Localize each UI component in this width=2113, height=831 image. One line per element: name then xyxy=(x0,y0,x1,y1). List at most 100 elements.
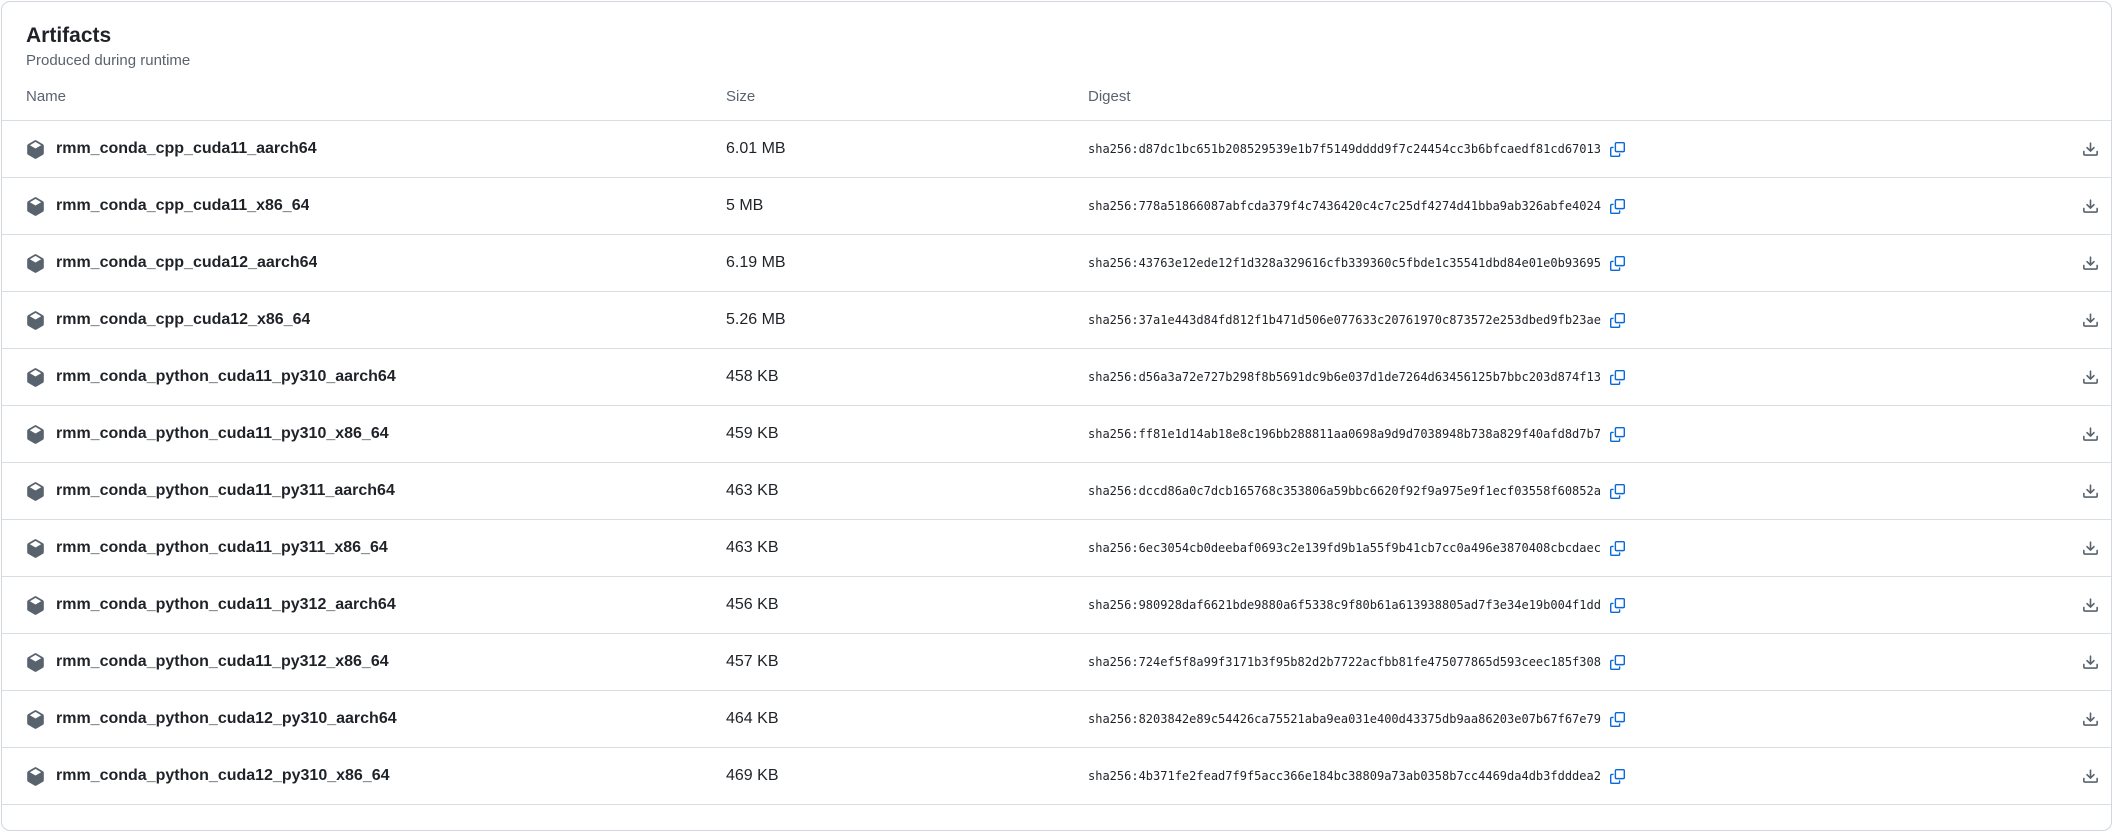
download-icon xyxy=(2082,255,2099,272)
download-artifact-button[interactable] xyxy=(2082,711,2099,728)
artifact-size: 5.26 MB xyxy=(726,311,1088,329)
artifact-digest: sha256:ff81e1d14ab18e8c196bb288811aa0698… xyxy=(1088,427,1601,441)
download-artifact-button[interactable] xyxy=(2082,255,2099,272)
table-row: rmm_conda_cpp_cuda11_aarch64 6.01 MB sha… xyxy=(2,121,2111,178)
download-icon xyxy=(2082,141,2099,158)
copy-digest-button[interactable] xyxy=(1610,313,1625,328)
download-artifact-button[interactable] xyxy=(2082,426,2099,443)
artifact-digest-cell: sha256:4b371fe2fead7f9f5acc366e184bc3880… xyxy=(1088,769,2059,784)
download-artifact-button[interactable] xyxy=(2082,312,2099,329)
artifact-digest: sha256:37a1e443d84fd812f1b471d506e077633… xyxy=(1088,313,1601,327)
artifact-digest: sha256:d56a3a72e727b298f8b5691dc9b6e037d… xyxy=(1088,370,1601,384)
download-icon xyxy=(2082,540,2099,557)
artifact-digest: sha256:724ef5f8a99f3171b3f95b82d2b7722ac… xyxy=(1088,655,1601,669)
artifact-name: rmm_conda_python_cuda11_py312_x86_64 xyxy=(56,653,389,671)
artifact-actions-cell xyxy=(2059,768,2099,785)
download-icon xyxy=(2082,597,2099,614)
artifact-name-cell: rmm_conda_python_cuda11_py310_x86_64 xyxy=(26,425,726,444)
artifact-digest-cell: sha256:980928daf6621bde9880a6f5338c9f80b… xyxy=(1088,598,2059,613)
download-artifact-button[interactable] xyxy=(2082,198,2099,215)
package-icon xyxy=(26,539,45,558)
table-row: rmm_conda_cpp_cuda11_x86_64 5 MB sha256:… xyxy=(2,178,2111,235)
copy-digest-button[interactable] xyxy=(1610,598,1625,613)
package-icon xyxy=(26,653,45,672)
artifact-size: 463 KB xyxy=(726,539,1088,557)
table-row: rmm_conda_cpp_cuda12_aarch64 6.19 MB sha… xyxy=(2,235,2111,292)
artifact-name: rmm_conda_python_cuda12_py310_x86_64 xyxy=(56,767,390,785)
artifact-digest-cell: sha256:37a1e443d84fd812f1b471d506e077633… xyxy=(1088,313,2059,328)
copy-digest-button[interactable] xyxy=(1610,256,1625,271)
download-icon xyxy=(2082,312,2099,329)
artifact-size: 463 KB xyxy=(726,482,1088,500)
copy-digest-button[interactable] xyxy=(1610,769,1625,784)
copy-digest-button[interactable] xyxy=(1610,370,1625,385)
download-artifact-button[interactable] xyxy=(2082,654,2099,671)
artifact-actions-cell xyxy=(2059,597,2099,614)
column-header-name: Name xyxy=(26,88,726,106)
artifact-digest: sha256:d87dc1bc651b208529539e1b7f5149ddd… xyxy=(1088,142,1601,156)
artifact-name-cell: rmm_conda_python_cuda11_py312_aarch64 xyxy=(26,596,726,615)
copy-digest-button[interactable] xyxy=(1610,427,1625,442)
artifact-digest: sha256:4b371fe2fead7f9f5acc366e184bc3880… xyxy=(1088,769,1601,783)
artifact-actions-cell xyxy=(2059,483,2099,500)
copy-icon xyxy=(1610,142,1625,157)
copy-icon xyxy=(1610,370,1625,385)
artifact-actions-cell xyxy=(2059,654,2099,671)
column-header-size: Size xyxy=(726,88,1088,106)
artifact-digest-cell: sha256:724ef5f8a99f3171b3f95b82d2b7722ac… xyxy=(1088,655,2059,670)
artifact-name-cell: rmm_conda_cpp_cuda12_x86_64 xyxy=(26,311,726,330)
artifact-digest-cell: sha256:43763e12ede12f1d328a329616cfb3393… xyxy=(1088,256,2059,271)
artifact-size: 456 KB xyxy=(726,596,1088,614)
copy-icon xyxy=(1610,484,1625,499)
artifact-name: rmm_conda_python_cuda11_py310_aarch64 xyxy=(56,368,396,386)
package-icon xyxy=(26,311,45,330)
artifact-size: 6.01 MB xyxy=(726,140,1088,158)
artifact-actions-cell xyxy=(2059,312,2099,329)
column-header-digest: Digest xyxy=(1088,88,2059,106)
artifact-name: rmm_conda_cpp_cuda11_x86_64 xyxy=(56,197,309,215)
table-row: rmm_conda_python_cuda11_py310_aarch64 45… xyxy=(2,349,2111,406)
table-row: rmm_conda_python_cuda11_py311_x86_64 463… xyxy=(2,520,2111,577)
artifact-name-cell: rmm_conda_python_cuda12_py310_x86_64 xyxy=(26,767,726,786)
page-title: Artifacts xyxy=(26,24,2087,48)
artifact-digest-cell: sha256:d56a3a72e727b298f8b5691dc9b6e037d… xyxy=(1088,370,2059,385)
copy-digest-button[interactable] xyxy=(1610,199,1625,214)
download-artifact-button[interactable] xyxy=(2082,768,2099,785)
table-row: rmm_conda_python_cuda11_py312_x86_64 457… xyxy=(2,634,2111,691)
package-icon xyxy=(26,254,45,273)
copy-icon xyxy=(1610,655,1625,670)
artifacts-card-header: Artifacts Produced during runtime xyxy=(2,2,2111,70)
artifact-name-cell: rmm_conda_python_cuda11_py311_x86_64 xyxy=(26,539,726,558)
package-icon xyxy=(26,140,45,159)
download-icon xyxy=(2082,711,2099,728)
artifact-name: rmm_conda_python_cuda11_py312_aarch64 xyxy=(56,596,396,614)
artifact-actions-cell xyxy=(2059,255,2099,272)
artifact-size: 464 KB xyxy=(726,710,1088,728)
download-artifact-button[interactable] xyxy=(2082,597,2099,614)
artifact-name-cell: rmm_conda_python_cuda11_py312_x86_64 xyxy=(26,653,726,672)
artifacts-table-body: rmm_conda_cpp_cuda11_aarch64 6.01 MB sha… xyxy=(2,121,2111,805)
artifact-name-cell: rmm_conda_cpp_cuda11_aarch64 xyxy=(26,140,726,159)
package-icon xyxy=(26,482,45,501)
artifact-name: rmm_conda_python_cuda11_py311_x86_64 xyxy=(56,539,388,557)
artifact-digest-cell: sha256:dccd86a0c7dcb165768c353806a59bbc6… xyxy=(1088,484,2059,499)
artifacts-card: Artifacts Produced during runtime Name S… xyxy=(1,1,2112,831)
artifact-digest-cell: sha256:d87dc1bc651b208529539e1b7f5149ddd… xyxy=(1088,142,2059,157)
copy-icon xyxy=(1610,712,1625,727)
download-artifact-button[interactable] xyxy=(2082,483,2099,500)
package-icon xyxy=(26,710,45,729)
download-icon xyxy=(2082,198,2099,215)
artifact-name: rmm_conda_python_cuda11_py310_x86_64 xyxy=(56,425,389,443)
copy-digest-button[interactable] xyxy=(1610,484,1625,499)
copy-digest-button[interactable] xyxy=(1610,655,1625,670)
copy-digest-button[interactable] xyxy=(1610,541,1625,556)
download-artifact-button[interactable] xyxy=(2082,540,2099,557)
package-icon xyxy=(26,425,45,444)
artifact-size: 6.19 MB xyxy=(726,254,1088,272)
copy-digest-button[interactable] xyxy=(1610,142,1625,157)
artifact-actions-cell xyxy=(2059,540,2099,557)
table-row: rmm_conda_python_cuda12_py310_aarch64 46… xyxy=(2,691,2111,748)
download-artifact-button[interactable] xyxy=(2082,369,2099,386)
copy-digest-button[interactable] xyxy=(1610,712,1625,727)
download-artifact-button[interactable] xyxy=(2082,141,2099,158)
